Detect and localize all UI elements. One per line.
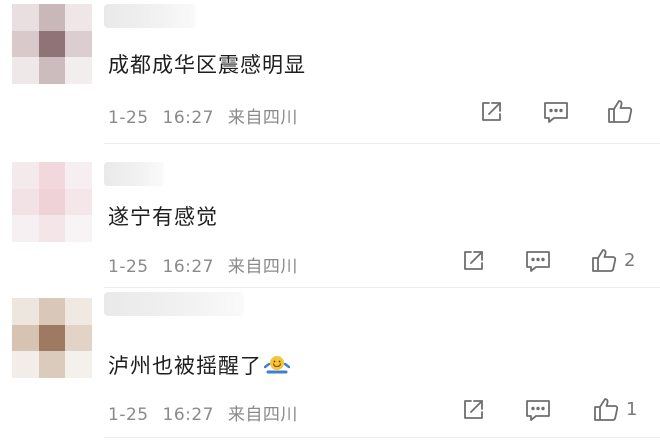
comment-button[interactable] xyxy=(524,248,552,274)
share-icon xyxy=(482,102,501,121)
comment-button[interactable] xyxy=(542,99,570,125)
like-button[interactable]: 2 xyxy=(590,246,635,274)
comment-text: 泸州也被摇醒了 xyxy=(108,350,291,381)
avatar[interactable] xyxy=(12,4,92,84)
comment-meta: 1-25 16:27 来自四川 xyxy=(108,400,298,425)
avatar[interactable] xyxy=(12,162,92,242)
share-icon xyxy=(464,251,483,270)
comment-text: 成都成华区震感明显 xyxy=(108,53,306,77)
thumbs-up-icon xyxy=(608,100,633,123)
like-button[interactable]: 1 xyxy=(592,395,637,423)
share-icon xyxy=(464,400,483,419)
like-button[interactable] xyxy=(606,97,640,125)
username-blurred[interactable] xyxy=(104,4,196,28)
share-button[interactable] xyxy=(460,397,486,423)
username-blurred[interactable] xyxy=(104,162,164,186)
thumbs-up-icon xyxy=(594,398,619,421)
comment-text: 遂宁有感觉 xyxy=(108,205,218,229)
comment-location: 来自四川 xyxy=(227,405,298,425)
comment-text-body: 泸州也被摇醒了 xyxy=(108,354,262,378)
comment-item: 成都成华区震感明显 1-25 16:27 来自四川 xyxy=(0,0,660,148)
share-button[interactable] xyxy=(478,99,504,125)
comment-time: 16:27 xyxy=(162,257,214,277)
comment-date: 1-25 xyxy=(108,257,149,277)
comment-button[interactable] xyxy=(524,397,552,423)
comment-time: 16:27 xyxy=(162,108,214,128)
like-count: 2 xyxy=(624,249,636,271)
comment-date: 1-25 xyxy=(108,405,149,425)
username-blurred[interactable] xyxy=(104,292,244,316)
divider xyxy=(104,437,660,438)
share-button[interactable] xyxy=(460,248,486,274)
comment-icon xyxy=(544,102,568,123)
avatar[interactable] xyxy=(12,298,92,378)
comment-location: 来自四川 xyxy=(227,257,298,277)
comment-location: 来自四川 xyxy=(227,108,298,128)
like-count: 1 xyxy=(626,398,638,420)
comment-item: 泸州也被摇醒了 1-25 16:27 来自四川 1 xyxy=(0,288,660,440)
comment-meta: 1-25 16:27 来自四川 xyxy=(108,103,298,128)
comment-item: 遂宁有感觉 1-25 16:27 来自四川 2 xyxy=(0,148,660,288)
comment-meta: 1-25 16:27 来自四川 xyxy=(108,252,298,277)
divider xyxy=(104,143,660,144)
comment-time: 16:27 xyxy=(162,405,214,425)
shrug-emoji-icon xyxy=(263,354,291,381)
comment-icon xyxy=(526,400,550,421)
comment-icon xyxy=(526,251,550,272)
thumbs-up-icon xyxy=(592,249,617,272)
comment-date: 1-25 xyxy=(108,108,149,128)
